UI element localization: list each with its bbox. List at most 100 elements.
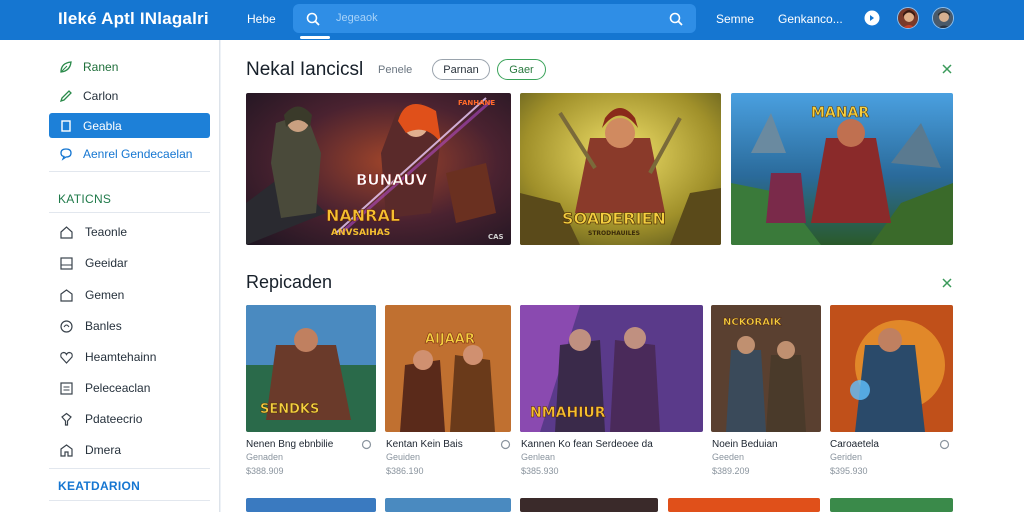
tile-corner-text: CAS (488, 233, 504, 241)
section-heading: KATICNS (58, 192, 112, 206)
sidebar-item-aenrel[interactable]: Aenrel Gendecaelan (49, 141, 210, 166)
avatar[interactable] (932, 7, 954, 29)
category-label: Teaonle (85, 225, 128, 239)
card-price: $386.190 (386, 466, 424, 476)
tile-logo-text: MANAR (811, 105, 869, 121)
tile-logo-text: NCKORAIK (723, 317, 783, 328)
category-item[interactable]: Dmera (59, 440, 209, 460)
top-link-1[interactable]: Semne (716, 12, 754, 26)
card-title[interactable]: Nenen Bng ebnbilie (246, 439, 333, 450)
card-title[interactable]: Kentan Kein Bais (386, 439, 463, 450)
card-title[interactable]: Noein Beduian (712, 439, 778, 450)
tile-logo-text: AIJAAR (425, 332, 475, 347)
sidebar: Ranen Carlon Geabla Aenrel Gendecaelan K… (0, 40, 220, 512)
sidebar-item-ranen[interactable]: Ranen (49, 54, 210, 79)
top-bar: Ileké Aptl INlagalri Hebe Jegeaok Semne … (0, 0, 1024, 40)
filter-chip[interactable]: Gaer (497, 59, 546, 80)
game-card-thumbnail[interactable]: AIJAAR (385, 305, 511, 432)
list-icon (60, 381, 73, 395)
app-title[interactable]: Ileké Aptl INlagalri (58, 9, 209, 29)
category-label: Heamtehainn (85, 350, 157, 364)
recommended-title: Repicaden (246, 272, 333, 292)
category-label: Pdateecrio (85, 412, 143, 426)
card-subtitle: Geriden (830, 452, 863, 462)
search-input[interactable]: Jegeaok (336, 12, 378, 24)
category-label: Gemen (85, 288, 125, 302)
divider (49, 468, 210, 469)
home-icon (60, 443, 73, 457)
pen-icon (59, 89, 72, 102)
card-price: $389.209 (712, 466, 750, 476)
category-item[interactable]: Gemen (59, 285, 209, 305)
section-heading: KEATDARION (58, 479, 141, 493)
card-subtitle: Geeden (712, 452, 745, 462)
category-label: Banles (85, 319, 122, 333)
home-icon (60, 225, 73, 239)
tile-logo-text: STRODHAUILES (588, 230, 640, 237)
share-icon[interactable] (361, 439, 372, 450)
tile-logo-text: SOADERIEN (562, 209, 666, 228)
game-card-thumbnail[interactable]: NCKORAIK (711, 305, 821, 432)
category-item[interactable]: Heamtehainn (59, 347, 209, 367)
sidebar-item-label: Aenrel Gendecaelan (83, 146, 193, 161)
category-item[interactable]: Geeidar (59, 253, 209, 273)
featured-title: Nekal Iancicsl (246, 59, 364, 80)
square-icon (61, 119, 71, 132)
category-item[interactable]: Pdateecrio (59, 409, 209, 429)
home-link[interactable]: Hebe (247, 12, 276, 26)
bulb-icon (61, 412, 72, 426)
featured-game-tile[interactable]: BUNAUV NANRAL ANVSAIHAS FANHANE CAS (246, 93, 511, 245)
share-icon[interactable] (500, 439, 511, 450)
sidebar-item-carlon[interactable]: Carlon (49, 83, 210, 108)
sidebar-item-geabla[interactable]: Geabla (49, 113, 210, 138)
tile-logo-text: SENDKS (260, 402, 319, 417)
game-card-thumbnail[interactable] (830, 305, 953, 432)
card-subtitle: Genlean (521, 452, 556, 462)
game-card-thumbnail[interactable]: NMAHIUR (520, 305, 703, 432)
square-icon (60, 256, 73, 270)
category-item[interactable]: Teaonle (59, 222, 209, 242)
card-price: $395.930 (830, 466, 868, 476)
game-card-thumbnail[interactable] (830, 498, 953, 512)
featured-game-tile[interactable]: SOADERIEN STRODHAUILES (520, 93, 721, 245)
filter-chip[interactable]: Parnan (432, 59, 490, 80)
card-price: $388.909 (246, 466, 284, 476)
heart-icon (60, 351, 73, 364)
search-icon[interactable] (305, 11, 321, 27)
game-card-thumbnail[interactable] (385, 498, 511, 512)
close-icon[interactable] (941, 277, 953, 289)
game-card-thumbnail[interactable]: SENDKS (246, 305, 376, 432)
search-bar[interactable]: Jegeaok (293, 4, 696, 33)
tile-logo-text: BUNAUV (356, 171, 427, 189)
category-label: Geeidar (85, 256, 128, 270)
card-title[interactable]: Caroaetela (830, 439, 879, 450)
category-item[interactable]: Peleceaclan (59, 378, 209, 398)
divider (49, 171, 210, 172)
card-price: $385.930 (521, 466, 559, 476)
circle-icon (60, 319, 73, 333)
house-icon (60, 288, 73, 302)
game-card-thumbnail[interactable] (246, 498, 376, 512)
card-subtitle: Geuiden (386, 452, 421, 462)
chat-icon (60, 147, 72, 161)
divider (49, 500, 210, 501)
bell-icon[interactable] (863, 9, 881, 27)
top-link-2[interactable]: Genkanco... (778, 12, 843, 26)
sidebar-item-label: Geabla (83, 118, 122, 133)
search-tab-indicator (300, 36, 330, 39)
tile-logo-text: NANRAL (326, 206, 400, 225)
close-icon[interactable] (941, 63, 953, 75)
game-card-thumbnail[interactable] (668, 498, 820, 512)
featured-subtitle[interactable]: Penele (378, 64, 412, 76)
leaf-icon (60, 60, 72, 73)
search-submit-icon[interactable] (668, 11, 684, 27)
tile-badge-text: FANHANE (458, 99, 495, 107)
featured-game-tile[interactable]: MANAR (731, 93, 953, 245)
game-card-thumbnail[interactable] (520, 498, 658, 512)
category-label: Dmera (85, 443, 122, 457)
category-item[interactable]: Banles (59, 316, 209, 336)
avatar[interactable] (897, 7, 919, 29)
sidebar-item-label: Carlon (83, 88, 119, 103)
card-title[interactable]: Kannen Ko fean Serdeoee da (521, 439, 653, 450)
share-icon[interactable] (939, 439, 950, 450)
